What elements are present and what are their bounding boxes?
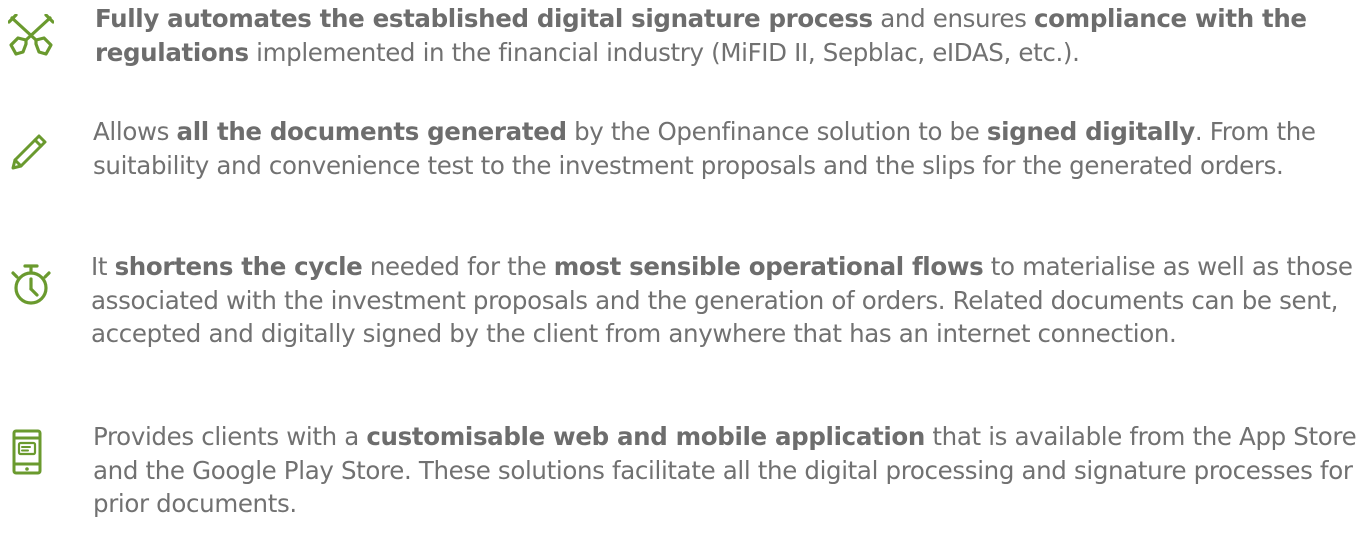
feature-text-bold: most sensible operational flows xyxy=(553,252,984,281)
mobile-phone-icon xyxy=(8,428,54,475)
feature-text: It shortens the cycle needed for the mos… xyxy=(91,250,1361,351)
pencil-icon xyxy=(8,127,54,173)
feature-text-run: implemented in the financial industry (M… xyxy=(248,37,1080,67)
feature-text-bold: all the documents generated xyxy=(176,117,568,146)
feature-text-bold: customisable web and mobile application xyxy=(366,422,925,451)
feature-text-bold: Fully automates the established digital … xyxy=(95,4,873,33)
feature-text-run: Allows xyxy=(93,117,177,146)
feature-text-bold: signed digitally xyxy=(986,117,1195,146)
feature-text-run: Provides clients with a xyxy=(93,422,367,451)
stopwatch-icon xyxy=(8,262,54,308)
feature-text-run: and ensures xyxy=(872,4,1034,33)
feature-text-run: by the Openfinance solution to be xyxy=(566,117,987,146)
feature-text-bold: shortens the cycle xyxy=(114,252,363,281)
crossed-paddles-icon xyxy=(7,13,55,60)
feature-text-run: needed for the xyxy=(362,252,554,281)
feature-text: Provides clients with a customisable web… xyxy=(93,420,1358,521)
feature-text: Fully automates the established digital … xyxy=(95,2,1360,69)
feature-text-run: It xyxy=(91,252,115,281)
feature-text: Allows all the documents generated by th… xyxy=(93,115,1358,182)
